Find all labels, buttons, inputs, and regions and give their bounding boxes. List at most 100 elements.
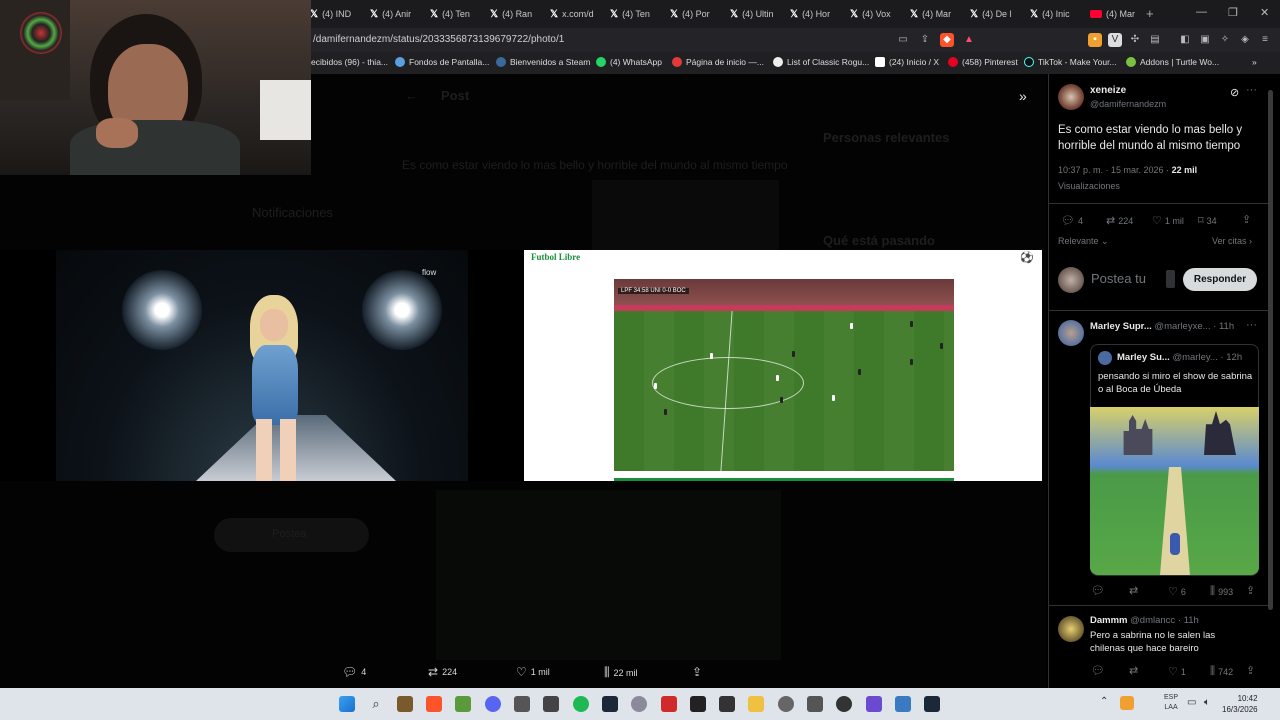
warcraft-icon[interactable] xyxy=(397,696,413,712)
share-post-icon[interactable]: ⇪ xyxy=(1242,213,1251,226)
vpn-extension-icon[interactable]: V xyxy=(1108,33,1122,47)
browser-tab[interactable]: 𝕏 (4) Inic xyxy=(1030,4,1088,24)
app-icon[interactable] xyxy=(836,696,852,712)
reply-avatar[interactable] xyxy=(1058,320,1084,346)
more-options-icon[interactable]: ··· xyxy=(1246,319,1257,331)
emoji-icon[interactable] xyxy=(1166,270,1175,288)
bookmark-item[interactable]: Página de inicio —... xyxy=(672,57,764,67)
leo-ai-icon[interactable]: ✧ xyxy=(1218,33,1232,47)
reply-stat[interactable]: 💬︎ 4 xyxy=(1061,214,1083,227)
language-indicator[interactable]: ESP LAA xyxy=(1164,693,1178,713)
scrollbar[interactable] xyxy=(1268,90,1273,610)
browser-tab[interactable]: 𝕏 (4) Anir xyxy=(370,4,428,24)
views-stat[interactable]: ⫼ 742 xyxy=(1210,665,1233,678)
obs-icon[interactable] xyxy=(631,696,647,712)
brave-icon[interactable] xyxy=(426,696,442,712)
minimize-button[interactable]: — xyxy=(1196,6,1207,18)
reply-author-handle[interactable]: @marleyxe... xyxy=(1154,321,1210,332)
app-icon[interactable] xyxy=(661,696,677,712)
reply-author-name[interactable]: Marley Supr... xyxy=(1090,321,1152,332)
browser-tab[interactable]: 𝕏 (4) Ran xyxy=(490,4,548,24)
browser-tab[interactable]: 𝕏 (4) Ten xyxy=(610,4,668,24)
steam-icon[interactable] xyxy=(602,696,618,712)
browser-tab[interactable]: 𝕏 (4) Ten xyxy=(430,4,488,24)
epic-games-icon[interactable] xyxy=(719,696,735,712)
url-field[interactable]: /damifernandezm/status/20333568731396797… xyxy=(313,34,564,45)
browser-tab[interactable]: 𝕏 (4) IND xyxy=(310,4,368,24)
app-icon[interactable] xyxy=(778,696,794,712)
file-explorer-icon[interactable] xyxy=(748,696,764,712)
network-icon[interactable]: ▭ xyxy=(1187,697,1196,708)
photo-reply-stat[interactable]: 💬︎ 4 xyxy=(342,665,366,679)
bookmarks-overflow-icon[interactable]: » xyxy=(1252,57,1257,67)
browser-tab[interactable]: (4) Mar xyxy=(1090,4,1148,24)
photo-share-icon[interactable]: ⇪ xyxy=(692,665,702,679)
browser-tab[interactable]: 𝕏x.com/d xyxy=(550,4,608,24)
windows-start-icon[interactable] xyxy=(339,696,355,712)
author-avatar[interactable] xyxy=(1058,84,1084,110)
reply-button[interactable]: Responder xyxy=(1183,268,1257,291)
browser-tab[interactable]: 𝕏 (4) Mar xyxy=(910,4,968,24)
extensions-puzzle-icon[interactable]: ✣ xyxy=(1128,33,1142,47)
like-stat[interactable]: ♡ 1 xyxy=(1168,665,1186,678)
author-handle[interactable]: @damifernandezm xyxy=(1090,99,1166,109)
bookmark-item[interactable]: (458) Pinterest xyxy=(948,57,1018,67)
reply-icon[interactable]: 💬︎ xyxy=(1091,664,1105,677)
clock[interactable]: 10:42 16/3/2026 xyxy=(1222,693,1258,715)
steam-icon[interactable] xyxy=(924,696,940,712)
photo-like-stat[interactable]: ♡ 1 mil xyxy=(516,665,550,679)
sort-dropdown[interactable]: Relevante ⌄ xyxy=(1058,236,1109,247)
reply-avatar[interactable] xyxy=(1058,616,1084,642)
bookmark-item[interactable]: Bienvenidos a Steam xyxy=(496,57,590,67)
search-icon[interactable]: ⌕ xyxy=(368,696,384,712)
vpn-shield-icon[interactable]: ◈ xyxy=(1238,33,1252,47)
share-icon[interactable]: ⇪ xyxy=(918,33,932,47)
futbol-libre-title[interactable]: Futbol Libre xyxy=(531,252,580,262)
extension-icon[interactable]: ▪ xyxy=(1088,33,1102,47)
photo-repost-stat[interactable]: ⇄ 224 xyxy=(428,665,457,679)
grok-icon[interactable]: ⊘ xyxy=(1230,86,1239,99)
app-icon[interactable] xyxy=(895,696,911,712)
share-icon[interactable]: ⇪ xyxy=(1246,584,1255,597)
close-window-button[interactable]: ✕ xyxy=(1260,6,1269,19)
app-icon[interactable] xyxy=(543,696,559,712)
game-icon[interactable] xyxy=(455,696,471,712)
like-stat[interactable]: ♡ 6 xyxy=(1168,585,1186,598)
new-tab-button[interactable]: + xyxy=(1146,6,1154,21)
photo-views-stat[interactable]: ⫼ 22 mil xyxy=(604,665,638,680)
bookmark-item[interactable]: List of Classic Rogu... xyxy=(773,57,869,67)
bookmark-item[interactable]: ecibidos (96) - thia... xyxy=(311,57,388,67)
browser-tab[interactable]: 𝕏 (4) De l xyxy=(970,4,1028,24)
reply-author-name[interactable]: Dammm xyxy=(1090,615,1128,626)
bookmark-item[interactable]: (4) WhatsApp xyxy=(596,57,662,67)
views-stat[interactable]: ⫼ 993 xyxy=(1210,585,1233,598)
bookmark-item[interactable]: (24) Inicio / X xyxy=(875,57,939,67)
menu-icon[interactable]: ≡ xyxy=(1258,33,1272,47)
browser-tab[interactable]: 𝕏 (4) Vox xyxy=(850,4,908,24)
sidebar-icon[interactable]: ◧ xyxy=(1178,33,1192,47)
screen-cast-icon[interactable]: ▭ xyxy=(896,33,910,47)
brave-shield-icon[interactable]: ◆ xyxy=(940,33,954,47)
like-stat[interactable]: ♡ 1 mil xyxy=(1152,214,1184,227)
discord-icon[interactable] xyxy=(485,696,501,712)
crossroads-meme-image[interactable] xyxy=(1090,407,1259,575)
browser-tab[interactable]: 𝕏 (4) Hor xyxy=(790,4,848,24)
expand-chevrons-icon[interactable]: » xyxy=(1019,88,1027,104)
app-icon[interactable] xyxy=(807,696,823,712)
wallet-icon[interactable]: ▣ xyxy=(1198,33,1212,47)
app-icon[interactable] xyxy=(866,696,882,712)
brave-rewards-icon[interactable]: ▲ xyxy=(962,33,976,47)
reply-icon[interactable]: 💬︎ xyxy=(1091,584,1105,597)
repost-stat[interactable]: ⇄ 224 xyxy=(1106,214,1133,227)
author-name[interactable]: xeneize xyxy=(1090,85,1126,96)
browser-tab[interactable]: 𝕏 (4) Ultin xyxy=(730,4,788,24)
epic-app-icon[interactable] xyxy=(690,696,706,712)
match-video[interactable]: LPF 34:58 UNI 0-0 BOC xyxy=(614,279,954,471)
concert-video[interactable] xyxy=(0,250,524,481)
bookmark-item[interactable]: TikTok - Make Your... xyxy=(1024,57,1117,67)
share-icon[interactable]: ⇪ xyxy=(1246,664,1255,677)
bookmark-item[interactable]: Fondos de Pantalla... xyxy=(395,57,489,67)
tray-overflow-icon[interactable]: ⌃ xyxy=(1100,696,1108,707)
spotify-icon[interactable] xyxy=(573,696,589,712)
bookmark-stat[interactable]: ⌑ 34 xyxy=(1198,214,1217,227)
